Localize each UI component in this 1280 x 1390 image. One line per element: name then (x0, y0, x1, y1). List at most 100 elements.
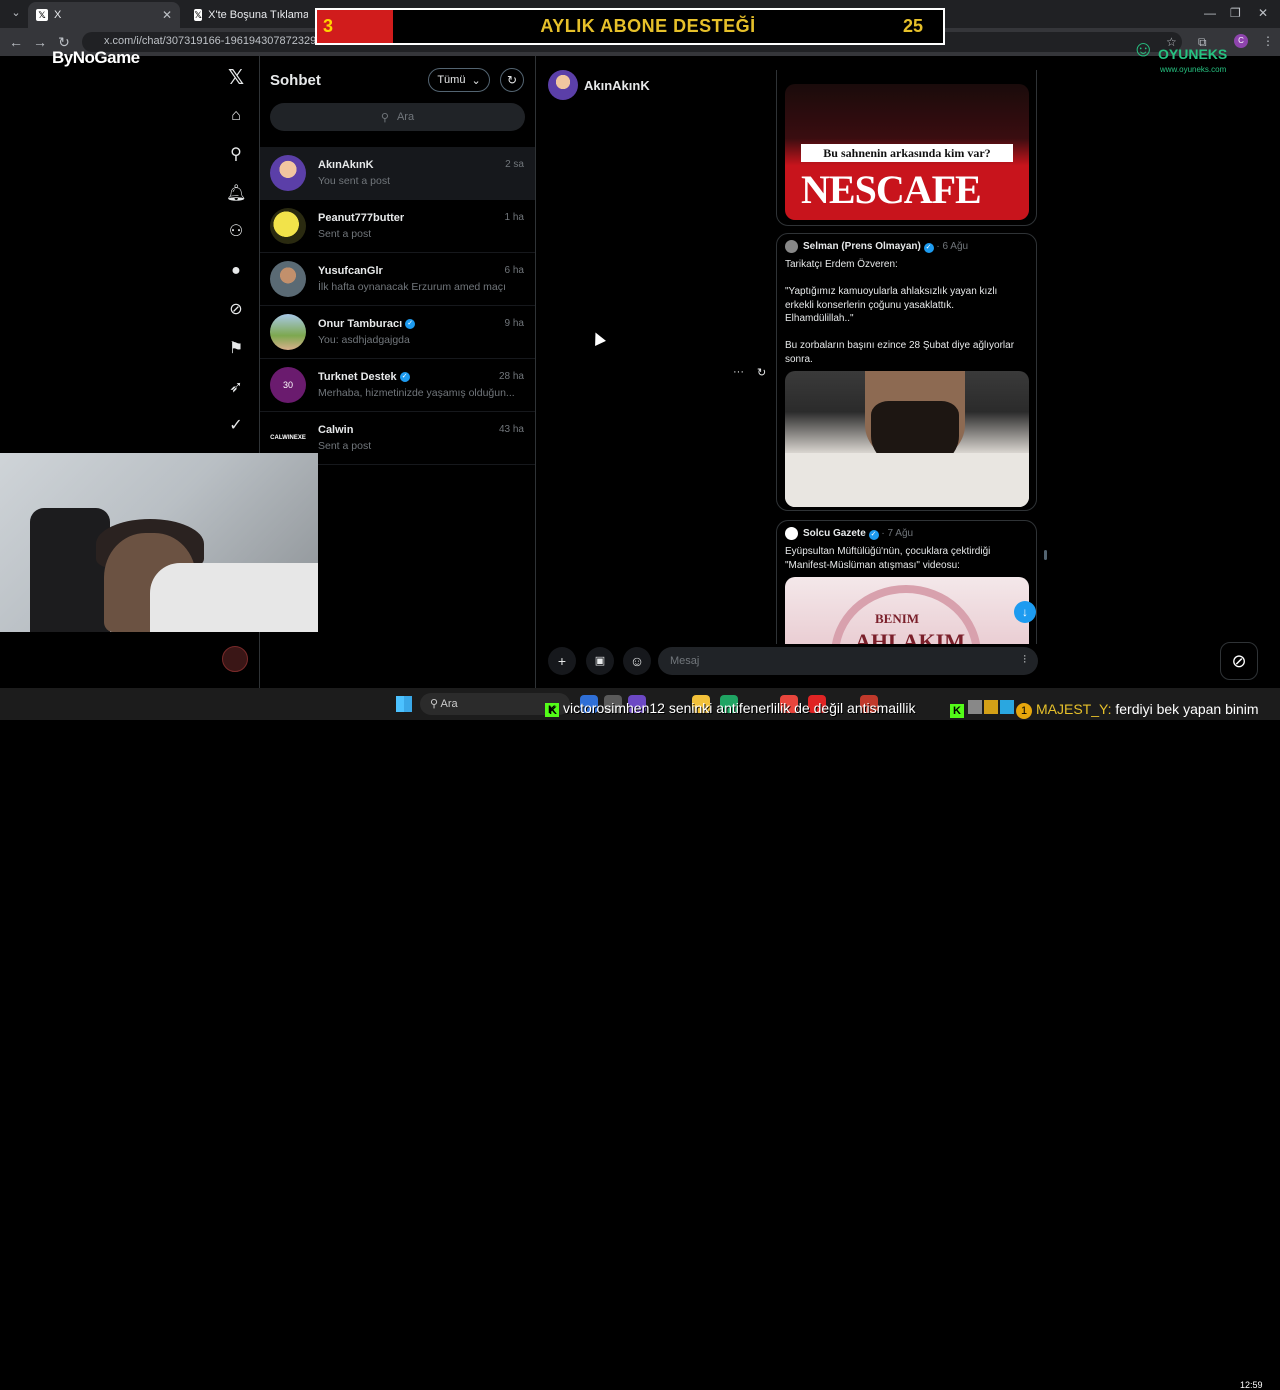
browser-tab-x[interactable]: 𝕏 X ✕ (28, 2, 180, 28)
conversation-time: 6 ha (504, 265, 524, 276)
voice-message-icon[interactable]: ⫶ (1023, 654, 1026, 667)
new-chat-icon[interactable]: ↻ (500, 68, 524, 92)
image-brand: NESCAFE (801, 167, 982, 212)
post-author-name: Solcu Gazete (803, 528, 866, 539)
message-placeholder: Mesaj (670, 655, 700, 667)
conversation-preview: Sent a post (318, 228, 372, 240)
conversation-time: 28 ha (498, 371, 524, 382)
conversation-name: Calwin (318, 424, 354, 436)
grok-icon[interactable]: ⊘ (1220, 642, 1258, 680)
search-icon: ⚲ (380, 111, 389, 124)
conversation-item[interactable]: 30 Turknet Destek ✓ 28 ha Merhaba, hizmet… (260, 359, 535, 412)
conversation-item[interactable]: AkınAkınK 2 sa You sent a post (260, 147, 535, 200)
subscription-title: AYLIK ABONE DESTEĞİ (540, 16, 756, 36)
message-reply-icon[interactable]: ↻ (757, 366, 766, 379)
kick-icon: K (950, 704, 964, 718)
conversation-item[interactable]: Peanut777butter 1 ha Sent a post (260, 200, 535, 253)
conversation-time: 1 ha (504, 212, 524, 223)
conversation-preview: You sent a post (318, 175, 391, 187)
shared-post[interactable]: Selman (Prens Olmayan) ✓ · 6 Ağu Tarikat… (776, 233, 1037, 511)
tab-list-icon[interactable]: ⌄ (4, 6, 28, 19)
scroll-to-bottom-button[interactable]: ↓ (1014, 601, 1036, 623)
conversation-avatar[interactable] (548, 70, 578, 100)
conversation-time: 9 ha (504, 318, 524, 329)
post-line: "Yaptığımız kamuoyularla ahlaksızlık yay… (785, 286, 998, 297)
crown-badge-icon (984, 700, 998, 714)
image-caption: Bu sahnenin arkasında kim var? (801, 144, 1013, 162)
search-placeholder: Ara (396, 111, 415, 123)
ticker-message: ferdiyi bek yapan binim (1115, 701, 1259, 717)
conversation-item[interactable]: YusufcanGlr 6 ha İlk hafta oynanacak Erz… (260, 253, 535, 306)
post-author[interactable]: Solcu Gazete ✓ · 7 Ağu (803, 528, 913, 540)
x-logo-icon: 𝕏 (36, 9, 48, 21)
gif-icon[interactable]: ▣ (586, 647, 614, 675)
chat-search-input[interactable]: ⚲ Ara (270, 103, 525, 131)
sponsor-mascot-icon: ☺ (1132, 36, 1155, 61)
chat-title: Sohbet (270, 72, 321, 89)
conversation-preview: İlk hafta oynanacak Erzurum amed maçı (318, 281, 506, 293)
scrollbar-thumb[interactable] (1044, 550, 1047, 560)
stream-chat-ticker-2: K 1 MAJEST_Y: ferdiyi bek yapan binim (950, 700, 1259, 719)
avatar (270, 208, 306, 244)
notifications-icon[interactable]: 🔔︎ (226, 184, 246, 204)
back-icon[interactable]: ← (4, 34, 28, 50)
post-line: Eyüpsultan Müftülüğü'nün, çocuklara çekt… (785, 546, 991, 557)
post-author[interactable]: Selman (Prens Olmayan) ✓ · 6 Ağu (803, 241, 968, 253)
avatar: CALWINEXE (270, 420, 306, 456)
browser-tab-post[interactable]: 𝕏 X'te Boşuna Tıklama: "Rize'de (186, 2, 316, 28)
post-date: 7 Ağu (887, 528, 914, 539)
filter-dropdown[interactable]: Tümü ⌄ (428, 68, 490, 92)
forward-icon[interactable]: → (28, 34, 52, 50)
post-image[interactable] (785, 371, 1029, 507)
maximize-icon[interactable]: ❐ (1230, 6, 1241, 20)
subscription-goal: 25 (903, 16, 924, 36)
gaming-chair (30, 508, 110, 632)
browser-menu-icon[interactable]: ⋮ (1262, 34, 1274, 48)
close-tab-icon[interactable]: ✕ (162, 8, 172, 22)
avatar (270, 155, 306, 191)
premium-rocket-icon[interactable]: ➶ (226, 378, 246, 398)
conversation-name: Turknet Destek (318, 371, 397, 383)
windows-start-icon[interactable] (396, 696, 412, 712)
minimize-icon[interactable]: — (1204, 6, 1216, 20)
streamer-body (150, 563, 318, 632)
add-attachment-button[interactable]: + (548, 647, 576, 675)
grok-icon[interactable]: ⊘ (226, 300, 246, 320)
conversation-item[interactable]: Onur Tamburacı ✓ 9 ha You: asdhjadgajgda (260, 306, 535, 359)
message-more-icon[interactable]: ··· (733, 366, 744, 378)
post-line: erkekli konserlerin çoğunu yasaklattık. (785, 299, 954, 311)
search-icon[interactable]: ⚲ (226, 145, 246, 165)
sub-badge-icon (1000, 700, 1014, 714)
profile-avatar[interactable]: C (1234, 34, 1248, 48)
user-badge-icon (968, 700, 982, 714)
x-logo-icon[interactable]: 𝕏 (226, 68, 246, 88)
post-author-avatar (785, 527, 798, 540)
bookmarks-icon[interactable]: ⚑ (226, 339, 246, 359)
account-avatar[interactable] (222, 646, 248, 672)
mouse-cursor (590, 330, 606, 346)
sponsor-url: www.oyuneks.com (1160, 65, 1227, 74)
post-line: Elhamdülillah.." (785, 313, 854, 324)
conversation-header-name[interactable]: AkınAkınK (584, 78, 650, 93)
ticker-username: MAJEST_Y (1036, 701, 1108, 717)
post-image[interactable]: Bu sahnenin arkasında kim var? NESCAFE (785, 84, 1029, 220)
shared-post[interactable]: Bu sahnenin arkasında kim var? NESCAFE (776, 70, 1037, 226)
conversation-name: AkınAkınK (318, 159, 374, 171)
post-line: Tarikatçı Erdem Özveren: (785, 259, 898, 270)
messages-icon[interactable]: ● (226, 261, 246, 281)
system-clock[interactable]: 12:59 (1240, 1380, 1263, 1390)
post-text: Tarikatçı Erdem Özveren: "Yaptığımız kam… (785, 258, 1030, 366)
emoji-icon[interactable]: ☺ (623, 647, 651, 675)
post-image[interactable]: BENIM AHLAKIM (785, 577, 1029, 644)
verified-orgs-icon[interactable]: ✓ (226, 416, 246, 436)
message-input[interactable]: Mesaj ⫶ (658, 647, 1038, 675)
chevron-down-icon: ⌄ (471, 74, 481, 87)
follow-icon[interactable]: ⚇ (226, 222, 246, 242)
close-window-icon[interactable]: ✕ (1258, 6, 1268, 20)
avatar (270, 261, 306, 297)
post-author-name: Selman (Prens Olmayan) (803, 241, 921, 252)
home-icon[interactable]: ⌂ (226, 106, 246, 126)
shared-post[interactable]: Solcu Gazete ✓ · 7 Ağu Eyüpsultan Müftül… (776, 520, 1037, 644)
image-text-top: BENIM (875, 611, 920, 626)
image-text-bottom: AHLAKIM (855, 629, 965, 644)
